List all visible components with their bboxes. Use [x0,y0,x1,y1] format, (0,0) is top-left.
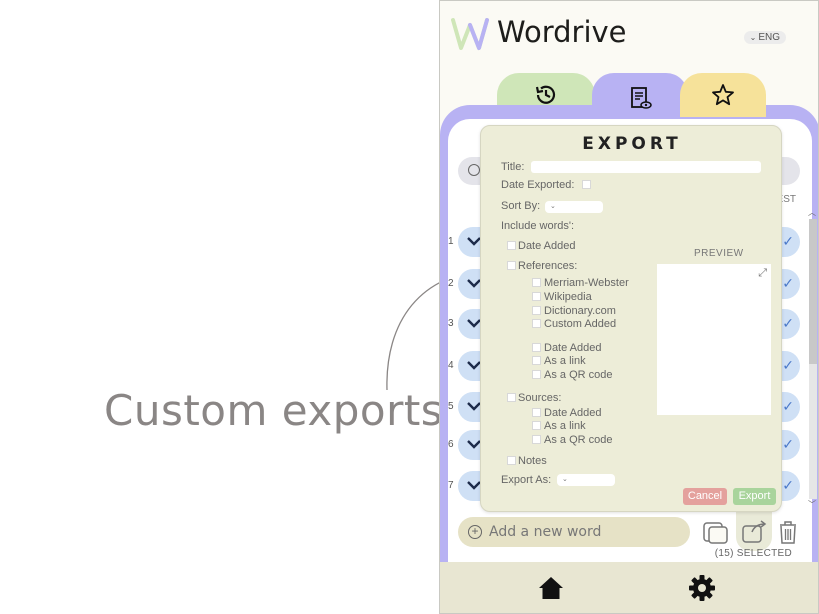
selected-count: (15) SELECTED [714,548,792,559]
preview-label: PREVIEW [694,248,744,259]
export-title-input[interactable] [531,161,761,173]
export-button[interactable]: Export [733,488,776,505]
add-icon: + [468,525,482,539]
app-window: Wordrive ⌄ ENG EST 1 ✓ 2 ✓ 3 ✓ 4 ✓ 5 ✓ 6… [439,0,819,614]
merriam-webster-label: Merriam-Webster [544,277,629,289]
scroll-down-icon[interactable]: ﹀ [808,499,816,510]
scroll-up-icon[interactable]: ︿ [808,207,816,218]
src-as-link-label: As a link [544,420,586,432]
check-icon[interactable]: ✓ [782,357,794,374]
cancel-button[interactable]: Cancel [683,488,727,505]
home-icon[interactable] [538,576,564,600]
sort-by-label: Sort By: [501,200,541,212]
app-title: Wordrive [497,15,627,49]
export-as-select[interactable]: ⌄ [557,474,615,486]
title-label: Title: [501,161,525,173]
language-value: ENG [758,32,780,43]
notes-checkbox[interactable] [507,456,516,465]
export-dialog-title: EXPORT [582,134,682,154]
copy-icon[interactable] [700,517,730,547]
row-number: 1 [448,236,454,247]
date-exported-label: Date Exported: [501,179,575,191]
references-label: References: [518,260,578,272]
add-word-placeholder: Add a new word [489,524,602,540]
custom-added-label: Custom Added [544,318,617,330]
src-date-added-label: Date Added [544,407,602,419]
check-icon[interactable]: ✓ [782,275,794,292]
src-as-qr-checkbox[interactable] [532,435,541,444]
document-eye-icon [631,87,652,109]
trash-icon[interactable] [773,517,803,547]
date-added-label: Date Added [518,240,576,252]
wordrive-logo-icon [451,18,489,50]
wikipedia-checkbox[interactable] [532,292,541,301]
row-number: 7 [448,480,454,491]
src-as-link-checkbox[interactable] [532,421,541,430]
row-number: 4 [448,360,454,371]
export-icon[interactable] [739,517,769,547]
row-number: 5 [448,401,454,412]
search-icon [468,164,480,176]
row-number: 3 [448,318,454,329]
scrollbar-thumb[interactable] [809,219,817,364]
dictionary-com-label: Dictionary.com [544,305,616,317]
ref-as-qr-label: As a QR code [544,369,613,381]
expand-icon[interactable]: ⤢ [758,267,767,280]
ref-as-qr-checkbox[interactable] [532,370,541,379]
export-dialog: EXPORT Title: Date Exported: Sort By: ⌄ … [480,125,782,512]
date-exported-checkbox[interactable] [582,180,591,189]
ref-date-added-checkbox[interactable] [532,343,541,352]
list-scrollbar[interactable]: ︿ ﹀ [808,207,818,510]
chevron-down-icon: ⌄ [749,33,757,42]
language-selector[interactable]: ⌄ ENG [743,31,786,44]
row-number: 2 [448,278,454,289]
chevron-down-icon: ⌄ [550,203,556,210]
custom-added-checkbox[interactable] [532,319,541,328]
references-checkbox[interactable] [507,261,516,270]
include-words-label: Include words': [501,220,575,232]
bottom-navigation [440,562,818,613]
chevron-down-icon: ⌄ [562,476,568,483]
preview-pane: ⤢ [657,264,771,415]
check-icon[interactable]: ✓ [782,233,794,250]
dictionary-com-checkbox[interactable] [532,306,541,315]
date-added-checkbox[interactable] [507,241,516,250]
sort-by-select[interactable]: ⌄ [545,201,603,213]
sources-label: Sources: [518,392,562,404]
check-icon[interactable]: ✓ [782,315,794,332]
check-icon[interactable]: ✓ [782,398,794,415]
tab-favorites[interactable] [680,73,766,117]
merriam-webster-checkbox[interactable] [532,278,541,287]
row-number: 6 [448,439,454,450]
sources-checkbox[interactable] [507,393,516,402]
wikipedia-label: Wikipedia [544,291,592,303]
add-word-input[interactable]: + Add a new word [458,517,690,547]
ref-date-added-label: Date Added [544,342,602,354]
ref-as-link-checkbox[interactable] [532,356,541,365]
export-as-label: Export As: [501,474,552,486]
notes-label: Notes [518,455,547,467]
tab-word-list[interactable] [592,73,688,123]
ref-as-link-label: As a link [544,355,586,367]
check-icon[interactable]: ✓ [782,477,794,494]
gear-icon[interactable] [688,574,716,602]
src-date-added-checkbox[interactable] [532,408,541,417]
src-as-qr-label: As a QR code [544,434,613,446]
check-icon[interactable]: ✓ [782,436,794,453]
callout-label: Custom exports [104,386,444,435]
star-icon [712,84,734,106]
